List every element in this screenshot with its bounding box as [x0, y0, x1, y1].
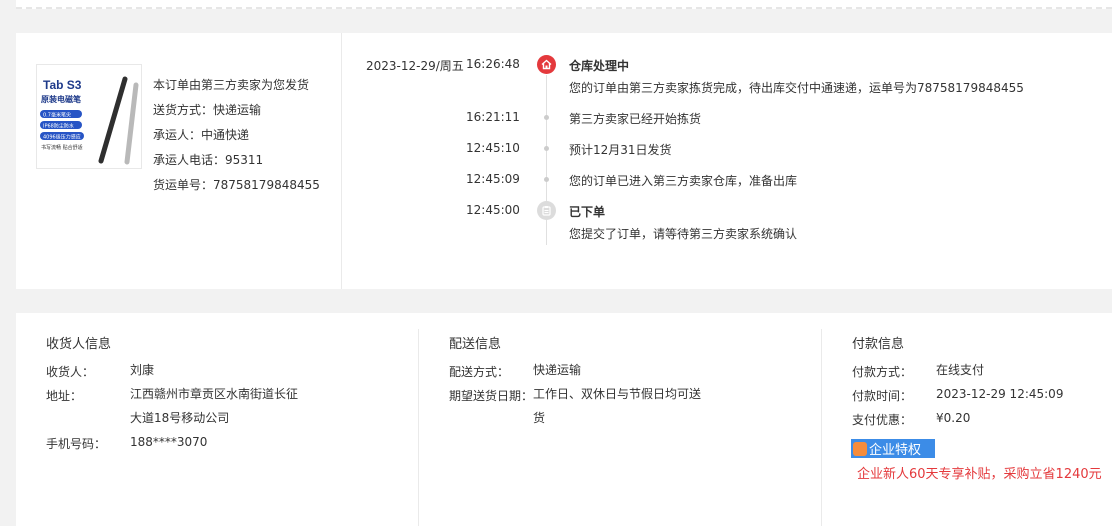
- enterprise-privilege-badge[interactable]: 企业特权: [851, 439, 935, 458]
- clipboard-icon: [537, 201, 556, 220]
- delivery-title: 配送信息: [449, 337, 502, 352]
- home-icon: [537, 55, 556, 74]
- consignee-address-line-2: 大道18号移动公司: [130, 411, 230, 425]
- tracking-timeline: 2023-12-29/周五 16:26:48 仓库处理中 您的订单由第三方卖家拣…: [346, 33, 1106, 289]
- timeline-date: 2023-12-29/周五: [366, 59, 464, 73]
- consignee-address-line-1: 江西赣州市章贡区水南街道长征: [130, 387, 299, 401]
- consignee-phone: 188****3070: [130, 435, 208, 449]
- product-image-tag-1: 0.7毫米笔尖: [43, 112, 71, 119]
- timeline-text: 第三方卖家已经开始拣货: [569, 112, 702, 126]
- timeline-text: 您提交了订单，请等待第三方卖家系统确认: [569, 227, 798, 241]
- payment-method: 在线支付: [936, 363, 985, 377]
- payment-time: 2023-12-29 12:45:09: [936, 387, 1064, 401]
- delivery-date-line-2: 货: [533, 411, 546, 425]
- product-image-tag-2: IP68防尘防水: [43, 123, 74, 130]
- consignee-address-label: 地址：: [46, 389, 83, 403]
- section-divider: [821, 329, 822, 526]
- timeline-time: 16:26:48: [466, 57, 520, 71]
- consignee-name-label: 收货人：: [46, 365, 95, 379]
- delivery-method-label: 配送方式：: [449, 365, 510, 379]
- delivery-method: 快递运输: [533, 363, 582, 377]
- timeline-text: 您的订单由第三方卖家拣货完成，待出库交付中通速递，运单号为78758179848…: [569, 81, 1024, 95]
- timeline-status-title: 仓库处理中: [569, 59, 630, 73]
- consignee-phone-label: 手机号码：: [46, 437, 107, 451]
- consignee-title: 收货人信息: [46, 337, 112, 352]
- shipping-tracking-number: 货运单号：78758179848455: [153, 178, 320, 192]
- shipping-carrier-phone: 承运人电话：95311: [153, 153, 264, 167]
- timeline-time: 12:45:00: [466, 203, 520, 217]
- card-divider: [341, 33, 342, 289]
- shipping-method: 送货方式：快递运输: [153, 103, 262, 117]
- timeline-time: 16:21:11: [466, 110, 520, 124]
- timeline-text: 预计12月31日发货: [569, 143, 672, 157]
- timeline-dot: [544, 146, 549, 151]
- payment-discount-label: 支付优惠：: [852, 413, 913, 427]
- enterprise-promo-text[interactable]: 企业新人60天专享补贴，采购立省1240元: [857, 463, 1102, 482]
- delivery-date-label: 期望送货日期：: [449, 389, 534, 403]
- consignee-name: 刘康: [130, 363, 155, 377]
- gift-icon: [853, 441, 867, 456]
- shipping-carrier: 承运人：中通快递: [153, 128, 250, 142]
- product-thumbnail[interactable]: Tab S3 原装电磁笔 0.7毫米笔尖 IP68防尘防水 4096级压力感应 …: [36, 64, 142, 169]
- payment-title: 付款信息: [852, 337, 905, 352]
- top-strip: [16, 0, 1112, 9]
- shipping-seller-note: 本订单由第三方卖家为您发货: [153, 78, 310, 92]
- timeline-time: 12:45:09: [466, 172, 520, 186]
- timeline-time: 12:45:10: [466, 141, 520, 155]
- enterprise-badge-label: 企业特权: [869, 443, 922, 458]
- shipping-summary: 本订单由第三方卖家为您发货 送货方式：快递运输 承运人：中通快递 承运人电话：9…: [153, 73, 320, 198]
- product-image-subtitle: 原装电磁笔: [41, 94, 81, 104]
- delivery-date-line-1: 工作日、双休日与节假日均可送: [533, 387, 702, 401]
- payment-discount: ¥0.20: [936, 411, 971, 425]
- timeline-dot: [544, 115, 549, 120]
- payment-method-label: 付款方式：: [852, 365, 913, 379]
- product-image-footer: 书写流畅 贴合舒适: [41, 144, 83, 151]
- order-info-card: 收货人信息 收货人： 刘康 地址： 江西赣州市章贡区水南街道长征 大道18号移动…: [16, 313, 1112, 526]
- product-image: Tab S3 原装电磁笔 0.7毫米笔尖 IP68防尘防水 4096级压力感应 …: [37, 65, 141, 168]
- product-image-title: Tab S3: [43, 78, 82, 92]
- product-image-tag-3: 4096级压力感应: [43, 134, 81, 141]
- timeline-dot: [544, 177, 549, 182]
- timeline-status-title: 已下单: [569, 205, 606, 219]
- logistics-card: Tab S3 原装电磁笔 0.7毫米笔尖 IP68防尘防水 4096级压力感应 …: [16, 33, 1112, 289]
- payment-time-label: 付款时间：: [852, 389, 913, 403]
- section-divider: [418, 329, 419, 526]
- timeline-text: 您的订单已进入第三方卖家仓库，准备出库: [569, 174, 798, 188]
